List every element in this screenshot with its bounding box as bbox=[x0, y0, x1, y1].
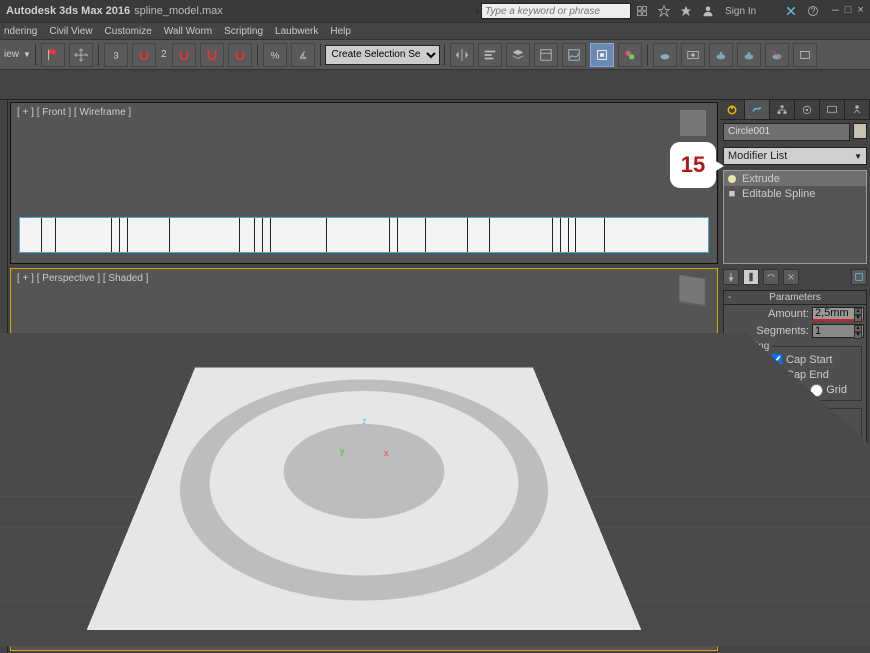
tab-hierarchy[interactable] bbox=[770, 100, 795, 119]
render-frame-button[interactable] bbox=[681, 43, 705, 67]
help-icon[interactable]: ? bbox=[805, 3, 821, 19]
command-panel-tabs bbox=[720, 100, 870, 120]
modifier-list-dropdown[interactable]: Modifier List▼ bbox=[723, 147, 867, 165]
render-setup-button[interactable] bbox=[653, 43, 677, 67]
viewport-front-label[interactable]: [ + ] [ Front ] [ Wireframe ] bbox=[17, 107, 131, 118]
menu-help[interactable]: Help bbox=[330, 26, 351, 37]
magnet-d-button[interactable] bbox=[228, 43, 252, 67]
render-teapot-c-button[interactable] bbox=[765, 43, 789, 67]
amount-spinner[interactable]: 2,5mm ▴▾ bbox=[812, 307, 864, 321]
menu-wall-worm[interactable]: Wall Worm bbox=[164, 26, 212, 37]
viewport-front[interactable]: [ + ] [ Front ] [ Wireframe ] bbox=[10, 102, 718, 264]
make-unique-button[interactable] bbox=[763, 269, 779, 285]
viewport-perspective[interactable]: [ + ] [ Perspective ] [ Shaded ] z x y bbox=[10, 268, 718, 651]
menu-rendering[interactable]: ndering bbox=[4, 26, 37, 37]
menu-laubwerk[interactable]: Laubwerk bbox=[275, 26, 318, 37]
snap-flag-button[interactable] bbox=[41, 43, 65, 67]
tab-utilities[interactable] bbox=[845, 100, 870, 119]
menu-customize[interactable]: Customize bbox=[105, 26, 152, 37]
svg-text:?: ? bbox=[811, 6, 816, 15]
rollout-header[interactable]: Parameters bbox=[724, 291, 866, 305]
menu-bar: ndering Civil View Customize Wall Worm S… bbox=[0, 22, 870, 40]
amount-label: Amount: bbox=[726, 308, 812, 320]
expand-plus-icon[interactable]: ■ bbox=[728, 188, 736, 200]
mirror-button[interactable] bbox=[450, 43, 474, 67]
align-button[interactable] bbox=[478, 43, 502, 67]
viewport-perspective-label[interactable]: [ + ] [ Perspective ] [ Shaded ] bbox=[17, 273, 148, 284]
menu-civil-view[interactable]: Civil View bbox=[49, 26, 92, 37]
restore-button[interactable]: □ bbox=[845, 5, 852, 17]
layers-button[interactable] bbox=[506, 43, 530, 67]
exchange-icon[interactable] bbox=[783, 3, 799, 19]
front-wireframe-strip bbox=[19, 217, 709, 253]
annotation-callout: 15 bbox=[670, 142, 716, 188]
angle-snap-button[interactable]: ∡ bbox=[291, 43, 315, 67]
selection-set-dropdown[interactable]: Create Selection Se bbox=[325, 45, 440, 65]
file-name: spline_model.max bbox=[134, 5, 223, 17]
pin-stack-button[interactable] bbox=[723, 269, 739, 285]
spinner-up-icon[interactable]: ▴ bbox=[854, 325, 862, 332]
spinner-down-icon[interactable]: ▾ bbox=[854, 315, 862, 322]
spinner-up-icon[interactable]: ▴ bbox=[854, 308, 862, 315]
search-submit-icon[interactable] bbox=[634, 3, 650, 19]
svg-text:%: % bbox=[270, 50, 279, 61]
stack-label: Extrude bbox=[742, 173, 780, 185]
tab-motion[interactable] bbox=[795, 100, 820, 119]
magnet-b-button[interactable] bbox=[172, 43, 196, 67]
sign-in-link[interactable]: Sign In bbox=[725, 6, 756, 17]
tab-modify[interactable] bbox=[745, 100, 770, 119]
configure-sets-button[interactable] bbox=[851, 269, 867, 285]
close-button[interactable]: × bbox=[857, 5, 864, 17]
modifier-stack[interactable]: Extrude ■ Editable Spline bbox=[723, 170, 867, 264]
object-color-swatch[interactable] bbox=[853, 123, 867, 139]
subscription-icon[interactable] bbox=[656, 3, 672, 19]
stack-item-extrude[interactable]: Extrude bbox=[724, 171, 866, 186]
app-title: Autodesk 3ds Max 2016 bbox=[6, 5, 130, 17]
scene-explorer-button[interactable] bbox=[534, 43, 558, 67]
search-box[interactable] bbox=[481, 3, 631, 19]
title-bar: Autodesk 3ds Max 2016 spline_model.max S… bbox=[0, 0, 870, 22]
move-button[interactable] bbox=[69, 43, 93, 67]
user-icon[interactable] bbox=[700, 3, 716, 19]
stack-item-editable-spline[interactable]: ■ Editable Spline bbox=[724, 186, 866, 201]
schematic-view-button[interactable] bbox=[590, 43, 614, 67]
render-teapot-b-button[interactable] bbox=[737, 43, 761, 67]
favorite-icon[interactable] bbox=[678, 3, 694, 19]
render-output-button[interactable] bbox=[793, 43, 817, 67]
snap-value: 2 bbox=[159, 49, 169, 60]
callout-number: 15 bbox=[681, 152, 705, 178]
svg-text:∡: ∡ bbox=[298, 50, 307, 61]
stack-toolbar bbox=[723, 268, 867, 286]
show-end-result-button[interactable] bbox=[743, 269, 759, 285]
minimize-button[interactable]: — bbox=[832, 5, 839, 17]
view-flyout-icon[interactable]: ▼ bbox=[23, 50, 31, 59]
object-name-field[interactable]: Circle001 bbox=[723, 123, 850, 141]
menu-scripting[interactable]: Scripting bbox=[224, 26, 263, 37]
tab-display[interactable] bbox=[820, 100, 845, 119]
material-editor-button[interactable] bbox=[618, 43, 642, 67]
viewcube-perspective[interactable] bbox=[678, 274, 705, 307]
segments-spinner[interactable]: 1 ▴▾ bbox=[812, 324, 864, 338]
stack-label: Editable Spline bbox=[742, 188, 815, 200]
visibility-bulb-icon[interactable] bbox=[728, 175, 736, 183]
tab-create[interactable] bbox=[720, 100, 745, 119]
viewcube-front[interactable] bbox=[679, 109, 707, 137]
render-teapot-a-button[interactable] bbox=[709, 43, 733, 67]
view-label: iew bbox=[2, 49, 21, 60]
magnet-a-button[interactable] bbox=[132, 43, 156, 67]
spinner-down-icon[interactable]: ▾ bbox=[854, 332, 862, 339]
curve-editor-button[interactable] bbox=[562, 43, 586, 67]
magnet-c-button[interactable] bbox=[200, 43, 224, 67]
toolbar-spacer bbox=[0, 70, 870, 100]
remove-modifier-button[interactable] bbox=[783, 269, 799, 285]
snap-toggle-button[interactable]: 3 bbox=[104, 43, 128, 67]
main-toolbar: iew ▼ 3 2 % ∡ Create Selection Se bbox=[0, 40, 870, 70]
svg-text:3: 3 bbox=[113, 50, 118, 61]
percent-snap-button[interactable]: % bbox=[263, 43, 287, 67]
search-input[interactable] bbox=[482, 6, 630, 17]
